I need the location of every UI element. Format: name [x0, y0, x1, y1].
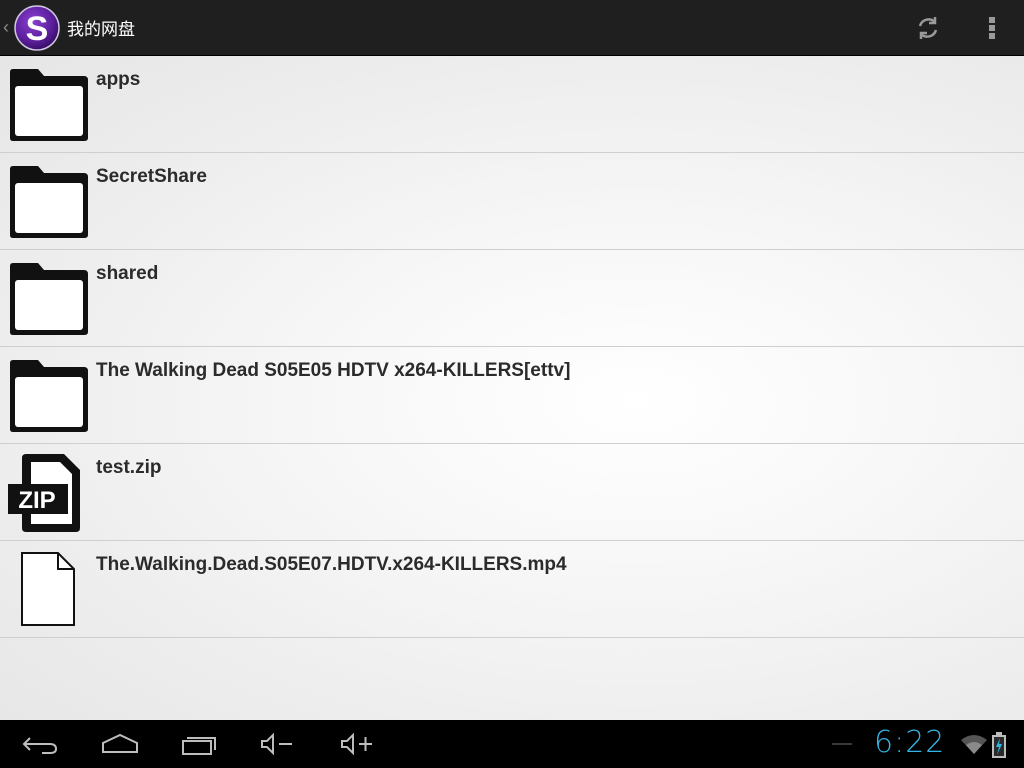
refresh-icon	[918, 16, 938, 39]
home-icon	[102, 733, 138, 753]
recent-apps-icon	[182, 737, 216, 755]
volume-up-button[interactable]	[318, 720, 398, 768]
folder-icon	[10, 69, 88, 141]
screen: ‹ S 我的网盘 apps SecretShare shared The Wal…	[0, 0, 1024, 768]
list-item[interactable]: SecretShare	[0, 153, 1024, 250]
app-logo-icon: S	[14, 4, 60, 51]
app-title: 我的网盘	[67, 20, 135, 40]
folder-icon	[10, 263, 88, 335]
document-icon	[21, 552, 75, 626]
file-name: shared	[96, 263, 159, 284]
folder-icon	[10, 166, 88, 238]
system-bar: 6:22	[0, 720, 1024, 768]
notification-dash-icon	[832, 743, 852, 745]
file-name: The.Walking.Dead.S05E07.HDTV.x264-KILLER…	[96, 554, 567, 575]
svg-text:ZIP: ZIP	[18, 487, 55, 514]
home-button[interactable]	[80, 720, 160, 768]
zip-file-icon: ZIP	[8, 454, 80, 532]
file-list: apps SecretShare shared The Walking Dead…	[0, 56, 1024, 720]
action-bar: ‹ S 我的网盘	[0, 0, 1024, 56]
back-button[interactable]	[0, 720, 80, 768]
file-name: apps	[96, 69, 141, 90]
list-item[interactable]: The Walking Dead S05E05 HDTV x264-KILLER…	[0, 347, 1024, 444]
list-item[interactable]: The.Walking.Dead.S05E07.HDTV.x264-KILLER…	[0, 541, 1024, 638]
list-item[interactable]: shared	[0, 250, 1024, 347]
file-name: test.zip	[96, 457, 162, 478]
back-icon	[22, 737, 58, 754]
clock[interactable]: 6:22	[874, 725, 945, 760]
overflow-menu-button[interactable]	[960, 0, 1024, 55]
file-name: SecretShare	[96, 166, 207, 187]
up-caret-icon: ‹	[3, 16, 9, 37]
recent-apps-button[interactable]	[160, 720, 240, 768]
svg-text:S: S	[26, 10, 49, 48]
battery-charging-icon	[992, 732, 1006, 758]
folder-icon	[10, 360, 88, 432]
overflow-menu-icon	[989, 16, 995, 39]
volume-down-button[interactable]	[238, 720, 318, 768]
list-item[interactable]: apps	[0, 56, 1024, 153]
refresh-button[interactable]	[896, 0, 960, 55]
file-name: The Walking Dead S05E05 HDTV x264-KILLER…	[96, 360, 571, 381]
volume-up-icon	[341, 732, 372, 756]
volume-down-icon	[261, 732, 292, 756]
home-up-button[interactable]: ‹ S	[0, 0, 61, 55]
wifi-icon	[961, 735, 987, 754]
list-item[interactable]: ZIP test.zip	[0, 444, 1024, 541]
